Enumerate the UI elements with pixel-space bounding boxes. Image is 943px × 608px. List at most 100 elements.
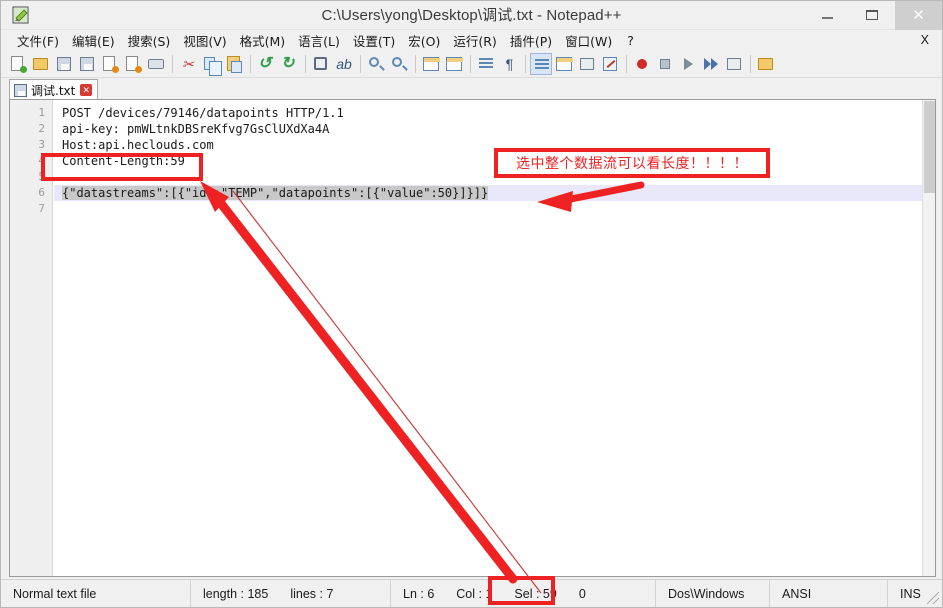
maximize-button[interactable] (850, 1, 895, 30)
toolbar-separator (415, 55, 416, 73)
toolbar: ✂ ↺ ↻ ab ¶ (1, 51, 942, 78)
toolbar-separator (750, 55, 751, 73)
status-sel: Sel : 59 (514, 586, 557, 601)
toolbar-separator (626, 55, 627, 73)
editor-area[interactable]: 1 2 3 4 5 6 7 POST /devices/79146/datapo… (9, 99, 936, 577)
status-length: length : 185 (203, 586, 269, 601)
zoom-out-icon[interactable] (388, 53, 410, 75)
minimize-icon (822, 17, 833, 19)
status-eol: Dos\Windows (656, 579, 770, 607)
tab-bar: 调试.txt ✕ (1, 78, 942, 100)
macro-save-icon[interactable] (723, 53, 745, 75)
macro-record-icon[interactable] (631, 53, 653, 75)
line-number: 5 (38, 170, 45, 183)
line-number-gutter: 1 2 3 4 5 6 7 (10, 100, 53, 576)
status-col: Col : 1 (456, 586, 493, 601)
show-all-characters-icon[interactable]: ¶ (498, 53, 520, 75)
close-icon: ✕ (912, 7, 925, 24)
macro-play-icon[interactable] (677, 53, 699, 75)
code-text[interactable]: POST /devices/79146/datapoints HTTP/1.1 … (54, 100, 922, 576)
show-documents-list-icon[interactable] (576, 53, 598, 75)
tab-debug-txt[interactable]: 调试.txt ✕ (9, 79, 99, 100)
macro-play-multiple-icon[interactable] (700, 53, 722, 75)
maximize-icon (866, 10, 878, 20)
code-line-6: {"datastreams":[{"id":"TEMP","datapoints… (54, 185, 922, 201)
menu-macro[interactable]: 宏(O) (402, 29, 447, 52)
line-number: 7 (38, 202, 45, 215)
close-document-button[interactable]: X (921, 33, 929, 47)
user-defined-dialog-icon[interactable] (553, 53, 575, 75)
line-number: 1 (38, 106, 45, 119)
annotation-note: 选中整个数据流可以看长度！！！！ (494, 148, 770, 178)
open-file-icon[interactable] (30, 53, 52, 75)
line-number: 3 (38, 138, 45, 151)
toolbar-separator (172, 55, 173, 73)
status-ln: Ln : 6 (403, 586, 435, 601)
print-icon[interactable] (145, 53, 167, 75)
menu-edit[interactable]: 编辑(E) (66, 29, 122, 52)
status-length-lines: length : 185 lines : 7 (191, 579, 391, 607)
new-file-icon[interactable] (7, 53, 29, 75)
save-all-icon[interactable] (76, 53, 98, 75)
menu-format[interactable]: 格式(M) (234, 29, 293, 52)
sync-vertical-icon[interactable] (420, 53, 442, 75)
window-controls: ✕ (805, 1, 942, 30)
line-number: 2 (38, 122, 45, 135)
close-file-icon[interactable] (99, 53, 121, 75)
menu-settings[interactable]: 设置(T) (347, 29, 402, 52)
menu-window[interactable]: 窗口(W) (559, 29, 619, 52)
status-lines: lines : 7 (290, 586, 334, 601)
status-caret-selection: Ln : 6 Col : 1 Sel : 59 0 (391, 579, 656, 607)
code-line-1: POST /devices/79146/datapoints HTTP/1.1 (62, 106, 344, 120)
zoom-in-icon[interactable] (365, 53, 387, 75)
copy-icon[interactable] (200, 53, 222, 76)
menu-file[interactable]: 文件(F) (11, 29, 66, 52)
toolbar-separator (525, 55, 526, 73)
menu-help[interactable]: ? (619, 31, 641, 50)
toolbar-separator (470, 55, 471, 73)
notepadpp-window: C:\Users\yong\Desktop\调试.txt - Notepad++… (0, 0, 943, 608)
cut-icon[interactable]: ✂ (177, 53, 199, 75)
line-number: 6 (38, 186, 45, 199)
code-line-3: Host:api.heclouds.com (62, 138, 214, 152)
find-icon[interactable] (310, 53, 332, 75)
undo-icon[interactable]: ↺ (255, 53, 277, 75)
window-title: C:\Users\yong\Desktop\调试.txt - Notepad++ (321, 7, 622, 24)
macro-stop-icon[interactable] (654, 53, 676, 75)
word-wrap-icon[interactable] (475, 53, 497, 75)
menu-language[interactable]: 语言(L) (292, 29, 347, 52)
redo-icon[interactable]: ↻ (278, 53, 300, 75)
sync-horizontal-icon[interactable] (443, 53, 465, 75)
selected-text: {"datastreams":[{"id":"TEMP","datapoints… (62, 186, 489, 200)
close-button[interactable]: ✕ (895, 1, 942, 30)
save-icon[interactable] (53, 53, 75, 75)
tab-close-icon[interactable]: ✕ (80, 84, 93, 96)
toolbar-separator (305, 55, 306, 73)
toolbar-separator (250, 55, 251, 73)
toolbar-separator (360, 55, 361, 73)
line-number: 4 (38, 154, 45, 167)
menu-view[interactable]: 视图(V) (177, 29, 233, 52)
replace-icon[interactable]: ab (333, 53, 355, 75)
code-line-2: api-key: pmWLtnkDBSreKfvg7GsClUXdXa4A (62, 122, 330, 136)
vertical-scrollbar[interactable] (922, 100, 935, 576)
tab-label: 调试.txt (31, 83, 76, 98)
function-list-icon[interactable] (599, 53, 621, 75)
resize-grip-icon[interactable] (927, 592, 939, 604)
menu-run[interactable]: 运行(R) (447, 29, 503, 52)
menu-bar: 文件(F) 编辑(E) 搜索(S) 视图(V) 格式(M) 语言(L) 设置(T… (1, 30, 942, 51)
indent-guide-icon[interactable] (530, 53, 552, 75)
paste-icon[interactable] (223, 53, 245, 75)
scrollbar-thumb[interactable] (924, 101, 935, 193)
status-file-type: Normal text file (1, 579, 191, 607)
menu-search[interactable]: 搜索(S) (122, 29, 178, 52)
menu-plugins[interactable]: 插件(P) (504, 29, 559, 52)
status-bar: Normal text file length : 185 lines : 7 … (1, 579, 942, 607)
close-all-icon[interactable] (122, 53, 144, 75)
open-folder-as-workspace-icon[interactable] (755, 53, 777, 75)
code-line-4: Content-Length:59 (62, 154, 185, 168)
minimize-button[interactable] (805, 1, 850, 30)
status-encoding: ANSI (770, 579, 888, 607)
